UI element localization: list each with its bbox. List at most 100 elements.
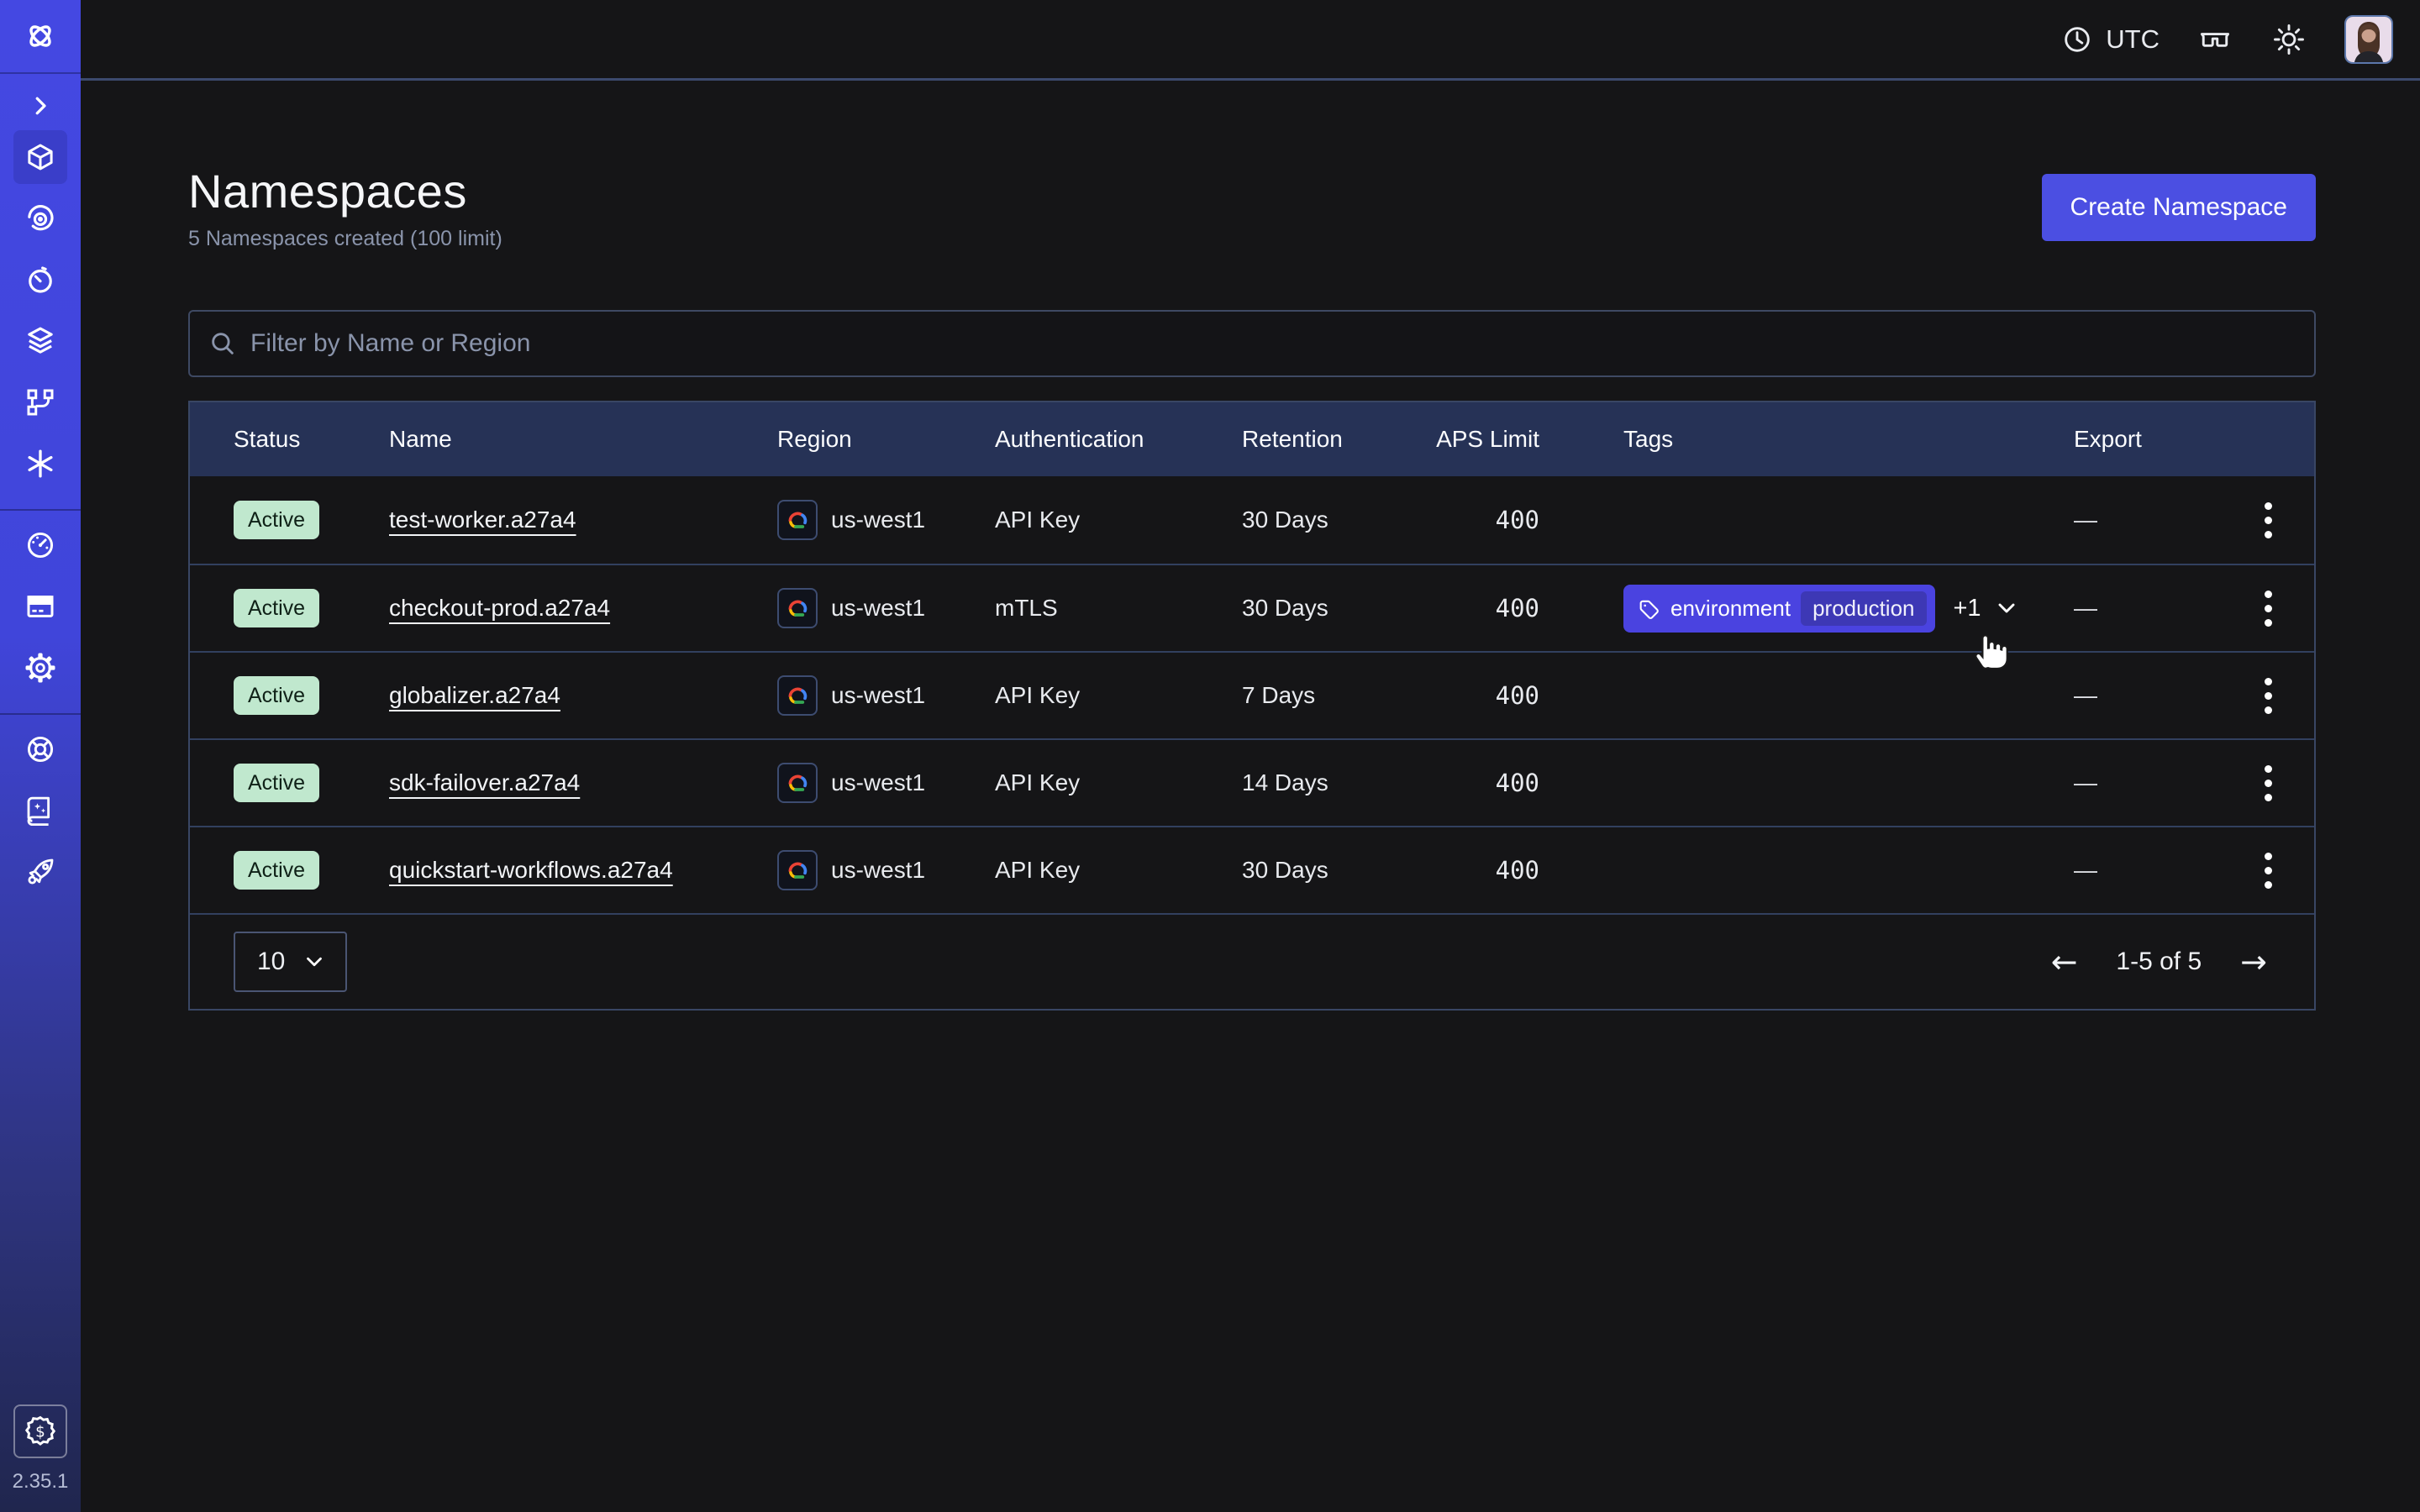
pagination-bar: 10 ← 1-5 of 5 → — [190, 913, 2314, 1009]
col-region: Region — [777, 426, 995, 453]
kebab-menu-button[interactable] — [2253, 582, 2284, 635]
tag-key: environment — [1670, 596, 1791, 622]
nav-docs-book-icon[interactable] — [13, 784, 67, 837]
region-label: us-west1 — [831, 857, 925, 884]
status-badge: Active — [234, 589, 319, 627]
glasses-icon[interactable] — [2196, 21, 2233, 58]
tag-chip[interactable]: environment production — [1623, 585, 1935, 633]
table-header: Status Name Region Authentication Retent… — [190, 402, 2314, 476]
user-avatar[interactable] — [2344, 15, 2393, 64]
region-label: us-west1 — [831, 595, 925, 622]
tag-icon — [1637, 596, 1660, 620]
col-aps-limit: APS Limit — [1417, 426, 1623, 453]
col-export: Export — [2074, 426, 2244, 453]
filter-bar — [188, 310, 2316, 377]
timezone-label: UTC — [2106, 24, 2160, 55]
next-page-arrow[interactable]: → — [2240, 943, 2267, 980]
kebab-menu-button[interactable] — [2253, 757, 2284, 810]
gcp-cloud-icon — [777, 675, 818, 716]
sidebar-nav — [0, 123, 81, 491]
col-status: Status — [234, 426, 389, 453]
nav-billing-card-icon[interactable] — [13, 580, 67, 633]
kebab-menu-button[interactable] — [2253, 494, 2284, 547]
gcp-cloud-icon — [777, 763, 818, 803]
aps-limit-cell: 400 — [1417, 594, 1623, 622]
app-version: 2.35.1 — [13, 1470, 69, 1494]
nav-timer-icon[interactable] — [13, 253, 67, 307]
namespace-link[interactable]: checkout-prod.a27a4 — [389, 595, 610, 622]
retention-cell: 30 Days — [1242, 857, 1417, 884]
region-label: us-west1 — [831, 769, 925, 796]
nav-gauge-icon[interactable] — [13, 518, 67, 572]
search-icon — [208, 329, 237, 358]
tags-cell: environment production +1 — [1623, 585, 2074, 633]
export-cell: — — [2074, 769, 2244, 796]
auth-cell: API Key — [995, 857, 1242, 884]
page-size-value: 10 — [257, 948, 285, 976]
export-cell: — — [2074, 682, 2244, 709]
svg-text:$: $ — [35, 1423, 45, 1441]
region-label: us-west1 — [831, 507, 925, 533]
namespaces-table: Status Name Region Authentication Retent… — [188, 401, 2316, 1011]
col-tags: Tags — [1623, 426, 2074, 453]
table-row: Active checkout-prod.a27a4 us-west1 mTLS… — [190, 564, 2314, 651]
col-name: Name — [389, 426, 777, 453]
table-row: Active quickstart-workflows.a27a4 us-wes… — [190, 826, 2314, 913]
status-badge: Active — [234, 764, 319, 802]
kebab-menu-button[interactable] — [2253, 844, 2284, 897]
nav-layers-icon[interactable] — [13, 314, 67, 368]
status-badge: Active — [234, 851, 319, 890]
nav-git-branch-icon[interactable] — [13, 375, 67, 429]
topbar: UTC — [81, 0, 2420, 81]
table-row: Active globalizer.a27a4 us-west1 API Key… — [190, 651, 2314, 738]
gcp-cloud-icon — [777, 588, 818, 628]
sidebar: $ 2.35.1 — [0, 0, 81, 1512]
auth-cell: API Key — [995, 507, 1242, 533]
col-retention: Retention — [1242, 426, 1417, 453]
aps-limit-cell: 400 — [1417, 681, 1623, 710]
tag-value: production — [1801, 591, 1926, 626]
nav-spiral-icon[interactable] — [13, 192, 67, 245]
pricing-dollar-badge-icon[interactable]: $ — [13, 1404, 67, 1458]
sun-theme-icon[interactable] — [2270, 21, 2307, 58]
nav-gear-icon[interactable] — [13, 641, 67, 695]
auth-cell: mTLS — [995, 595, 1242, 622]
gcp-cloud-icon — [777, 850, 818, 890]
auth-cell: API Key — [995, 769, 1242, 796]
namespace-link[interactable]: quickstart-workflows.a27a4 — [389, 857, 673, 884]
chevron-down-icon — [302, 949, 327, 974]
table-row: Active test-worker.a27a4 us-west1 API Ke… — [190, 476, 2314, 564]
retention-cell: 30 Days — [1242, 595, 1417, 622]
export-cell: — — [2074, 507, 2244, 533]
page-range-label: 1-5 of 5 — [2116, 948, 2202, 976]
namespace-link[interactable]: test-worker.a27a4 — [389, 507, 576, 533]
nav-asterisk-icon[interactable] — [13, 437, 67, 491]
filter-input[interactable] — [250, 329, 2296, 358]
sidebar-expand-chevron-icon[interactable] — [28, 89, 53, 123]
gcp-cloud-icon — [777, 500, 818, 540]
kebab-menu-button[interactable] — [2253, 669, 2284, 722]
timezone-selector[interactable]: UTC — [2060, 23, 2160, 56]
namespace-link[interactable]: globalizer.a27a4 — [389, 682, 560, 709]
status-badge: Active — [234, 676, 319, 715]
aps-limit-cell: 400 — [1417, 506, 1623, 534]
aps-limit-cell: 400 — [1417, 769, 1623, 797]
page-size-select[interactable]: 10 — [234, 932, 347, 992]
aps-limit-cell: 400 — [1417, 856, 1623, 885]
tag-expand-chevron-icon[interactable] — [1993, 595, 2020, 622]
namespace-link[interactable]: sdk-failover.a27a4 — [389, 769, 580, 796]
retention-cell: 14 Days — [1242, 769, 1417, 796]
create-namespace-button[interactable]: Create Namespace — [2042, 174, 2316, 241]
retention-cell: 7 Days — [1242, 682, 1417, 709]
nav-namespaces-cube-icon[interactable] — [13, 130, 67, 184]
nav-lifebuoy-support-icon[interactable] — [13, 722, 67, 776]
col-authentication: Authentication — [995, 426, 1242, 453]
temporal-logo[interactable] — [0, 0, 81, 74]
auth-cell: API Key — [995, 682, 1242, 709]
retention-cell: 30 Days — [1242, 507, 1417, 533]
nav-rocket-icon[interactable] — [13, 845, 67, 899]
page-title: Namespaces — [188, 164, 502, 218]
sidebar-nav-help — [0, 715, 81, 899]
main-content: Namespaces 5 Namespaces created (100 lim… — [81, 83, 2420, 1512]
prev-page-arrow[interactable]: ← — [2051, 943, 2078, 980]
